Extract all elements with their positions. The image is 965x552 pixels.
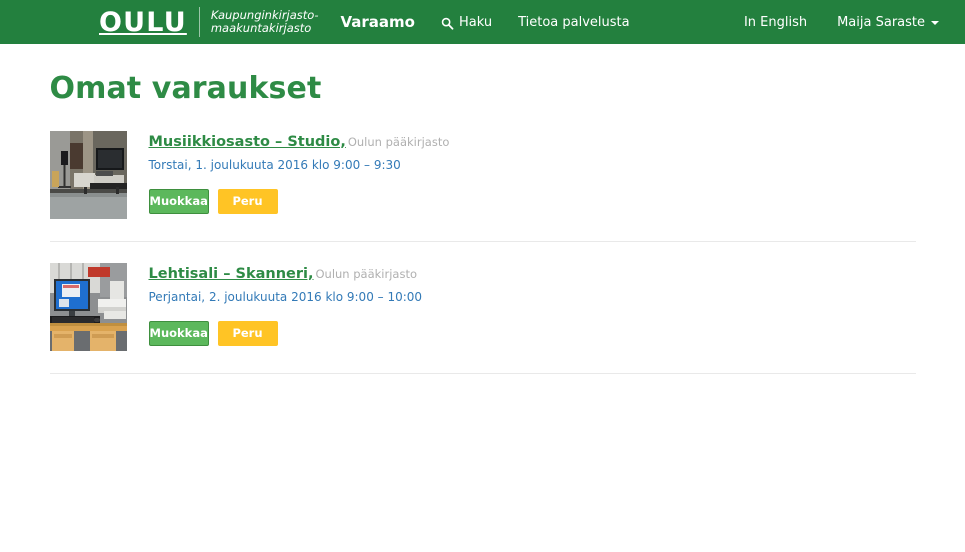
search-icon: [441, 17, 454, 30]
navbar-left-group: OULU Kaupunginkirjasto- maakuntakirjasto…: [0, 0, 630, 44]
reservation-item: Musiikkiosasto – Studio, Oulun pääkirjast…: [49, 130, 916, 242]
edit-reservation-button[interactable]: Muokkaa: [148, 320, 209, 346]
page-title: Omat varaukset: [49, 71, 322, 106]
oulu-logo[interactable]: OULU: [99, 9, 187, 36]
reservation-resource-link[interactable]: Lehtisali – Skanneri,: [149, 266, 314, 282]
reservation-time: Perjantai, 2. joulukuuta 2016 klo 9:00 –…: [148, 289, 423, 304]
reservation-thumbnail[interactable]: [49, 130, 127, 219]
chevron-down-icon: [931, 21, 939, 25]
logo-subtitle-line2: maakuntakirjasto: [210, 21, 312, 35]
navbar-right-group: In English Maija Saraste: [714, 0, 939, 44]
nav-link-varaamo[interactable]: Varaamo: [340, 0, 415, 44]
reservation-heading: Musiikkiosasto – Studio, Oulun pääkirjast…: [149, 133, 450, 151]
reservation-details: Musiikkiosasto – Studio, Oulun pääkirjast…: [127, 131, 450, 214]
logo-subtitle: Kaupunginkirjasto- maakuntakirjasto: [211, 9, 319, 35]
reservation-actions: Muokkaa Peru: [148, 320, 423, 346]
cancel-reservation-button[interactable]: Peru: [217, 320, 278, 346]
edit-reservation-button[interactable]: Muokkaa: [148, 188, 209, 214]
reservation-resource-link[interactable]: Musiikkiosasto – Studio,: [149, 134, 346, 150]
user-menu[interactable]: Maija Saraste: [837, 0, 939, 44]
logo-divider: [198, 7, 200, 37]
reservation-item: Lehtisali – Skanneri, Oulun pääkirjasto P…: [49, 262, 916, 374]
nav-link-search-label: Haku: [458, 14, 493, 30]
studio-photo: [49, 130, 127, 219]
reservation-actions: Muokkaa Peru: [148, 188, 450, 214]
nav-link-language[interactable]: In English: [744, 0, 807, 44]
nav-link-search[interactable]: Haku: [441, 0, 492, 44]
reservation-thumbnail[interactable]: [49, 262, 127, 351]
reservation-details: Lehtisali – Skanneri, Oulun pääkirjasto P…: [127, 263, 423, 346]
reservation-heading: Lehtisali – Skanneri, Oulun pääkirjasto: [149, 265, 423, 283]
reservation-time: Torstai, 1. joulukuuta 2016 klo 9:00 – 9…: [148, 157, 401, 172]
reservation-unit: Oulun pääkirjasto: [347, 134, 450, 149]
scanner-photo: [49, 262, 127, 351]
cancel-reservation-button[interactable]: Peru: [217, 188, 278, 214]
nav-link-about[interactable]: Tietoa palvelusta: [518, 0, 630, 44]
main-content: Omat varaukset Musiikkiosasto – Studio, …: [49, 44, 916, 374]
top-navigation-bar: OULU Kaupunginkirjasto- maakuntakirjasto…: [0, 0, 965, 44]
reservation-unit: Oulun pääkirjasto: [315, 266, 418, 281]
user-menu-label: Maija Saraste: [837, 14, 925, 30]
